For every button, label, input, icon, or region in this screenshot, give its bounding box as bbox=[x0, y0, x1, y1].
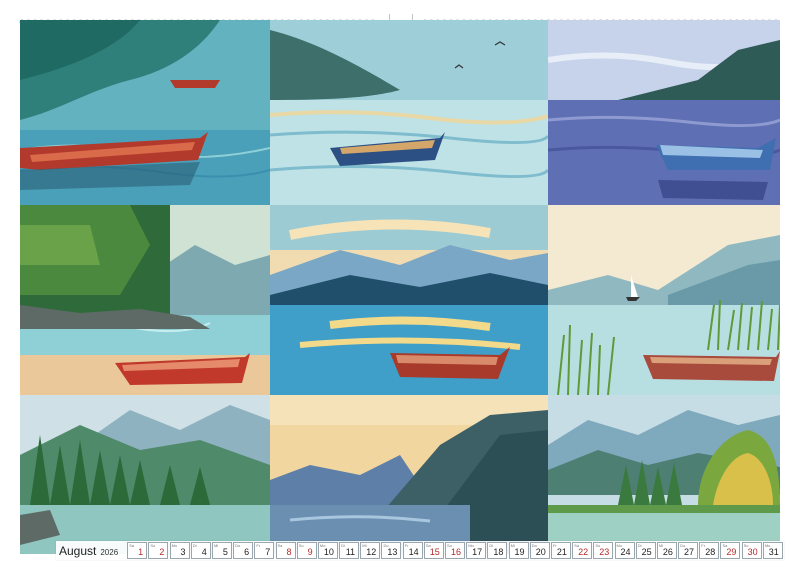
year-label: 2026 bbox=[100, 547, 119, 557]
day-number: 11 bbox=[345, 547, 356, 557]
day-cell: Fr 21 bbox=[550, 542, 571, 559]
illustration-autumn-forest-lake bbox=[548, 395, 780, 554]
day-number: 9 bbox=[307, 547, 313, 557]
day-number: 24 bbox=[620, 547, 631, 557]
day-cell: So 23 bbox=[593, 542, 614, 559]
weekday-label: Mi bbox=[213, 543, 219, 548]
day-cell: Sa 15 bbox=[423, 542, 444, 559]
weekday-label: Sa bbox=[129, 543, 135, 548]
day-cell: Mo 10 bbox=[317, 542, 338, 559]
day-cell: So 16 bbox=[445, 542, 465, 559]
day-cell: Sa 1 bbox=[127, 542, 148, 559]
illustration-mountain-lake-sunset bbox=[270, 395, 548, 554]
illustration-red-boat-forest-shore bbox=[20, 205, 270, 395]
weekday-label: Di bbox=[192, 543, 197, 548]
day-cell: Mo 31 bbox=[762, 542, 783, 559]
month-label: August 2026 bbox=[56, 544, 127, 558]
weekday-label: Sa bbox=[277, 543, 283, 548]
day-cell: Fr 28 bbox=[699, 542, 720, 559]
day-number: 10 bbox=[323, 547, 334, 557]
weekday-label: Fr bbox=[256, 543, 261, 548]
day-number: 3 bbox=[180, 547, 186, 557]
day-number: 14 bbox=[408, 547, 419, 557]
day-cell: Do 6 bbox=[233, 542, 254, 559]
day-cell: So 2 bbox=[148, 542, 169, 559]
day-cell: Do 27 bbox=[678, 542, 699, 559]
day-number: 18 bbox=[493, 547, 504, 557]
day-number: 25 bbox=[641, 547, 652, 557]
day-cell: Mi 26 bbox=[656, 542, 677, 559]
day-cell: Mo 17 bbox=[466, 542, 487, 559]
day-number: 5 bbox=[222, 547, 228, 557]
weekday-label: Di bbox=[341, 543, 345, 548]
day-number: 27 bbox=[684, 547, 695, 557]
calendar-date-strip: August 2026 Sa 1 So 2 Mo 3 Di 4 Mi 5 Do 6 Fr 7 Sa 8 So 9 Mo… bbox=[56, 541, 784, 560]
day-cell: Fr 7 bbox=[254, 542, 275, 559]
day-number: 7 bbox=[265, 547, 271, 557]
illustration-sailboat-reeds-lake bbox=[548, 205, 780, 395]
illustration-red-boat-sunset-lake bbox=[270, 205, 548, 395]
day-number: 31 bbox=[768, 547, 779, 557]
day-cell: Sa 29 bbox=[720, 542, 741, 559]
day-number: 6 bbox=[244, 547, 250, 557]
day-cell: Do 20 bbox=[529, 542, 550, 559]
day-number: 23 bbox=[599, 547, 610, 557]
day-cell: So 9 bbox=[296, 542, 317, 559]
day-number: 26 bbox=[662, 547, 673, 557]
weekday-label: So bbox=[150, 543, 156, 548]
day-cells: Sa 1 So 2 Mo 3 Di 4 Mi 5 Do 6 Fr 7 Sa 8 So 9 Mo 10 Di 11 Mi 12 D… bbox=[127, 541, 784, 560]
illustration-forest-mountain-valley bbox=[20, 395, 270, 554]
day-cell: Di 4 bbox=[190, 542, 211, 559]
illustration-blue-rowboat-calm-lake-birds bbox=[270, 20, 548, 205]
day-number: 17 bbox=[472, 547, 483, 557]
day-number: 2 bbox=[159, 547, 165, 557]
day-cell: Mo 3 bbox=[169, 542, 190, 559]
day-number: 13 bbox=[387, 547, 398, 557]
weekday-label: So bbox=[298, 543, 304, 548]
day-number: 22 bbox=[578, 547, 589, 557]
illustration-blue-boat-purple-lake bbox=[548, 20, 780, 205]
day-cell: Di 25 bbox=[635, 542, 656, 559]
day-cell: Mi 19 bbox=[508, 542, 529, 559]
day-cell: Sa 8 bbox=[275, 542, 296, 559]
month-name: August bbox=[59, 543, 97, 558]
illustration-grid: August 2026 Sa 1 So 2 Mo 3 Di 4 Mi 5 Do 6 Fr 7 Sa 8 So 9 Mo… bbox=[20, 20, 784, 560]
day-number: 15 bbox=[429, 547, 440, 557]
weekday-label: Do bbox=[235, 543, 241, 548]
day-number: 28 bbox=[705, 547, 716, 557]
day-number: 8 bbox=[286, 547, 292, 557]
day-number: 12 bbox=[366, 547, 377, 557]
day-cell: So 30 bbox=[741, 542, 762, 559]
day-cell: Do 13 bbox=[381, 542, 402, 559]
day-number: 20 bbox=[535, 547, 546, 557]
day-cell: Mi 5 bbox=[211, 542, 232, 559]
illustration-red-rowboat-teal-water bbox=[20, 20, 270, 205]
calendar-page: August 2026 Sa 1 So 2 Mo 3 Di 4 Mi 5 Do 6 Fr 7 Sa 8 So 9 Mo… bbox=[0, 0, 800, 577]
day-number: 19 bbox=[514, 547, 525, 557]
day-number: 29 bbox=[726, 547, 737, 557]
day-cell: Di 11 bbox=[339, 542, 360, 559]
day-number: 4 bbox=[201, 547, 207, 557]
day-cell: Di 18 bbox=[487, 542, 508, 559]
day-cell: Mi 12 bbox=[360, 542, 381, 559]
day-number: 16 bbox=[450, 547, 461, 557]
weekday-label: Mo bbox=[171, 543, 178, 548]
day-number: 1 bbox=[138, 547, 144, 557]
day-cell: Fr 14 bbox=[402, 542, 423, 559]
day-cell: Sa 22 bbox=[572, 542, 593, 559]
day-cell: Mo 24 bbox=[614, 542, 635, 559]
day-number: 30 bbox=[747, 547, 758, 557]
day-number: 21 bbox=[556, 547, 567, 557]
